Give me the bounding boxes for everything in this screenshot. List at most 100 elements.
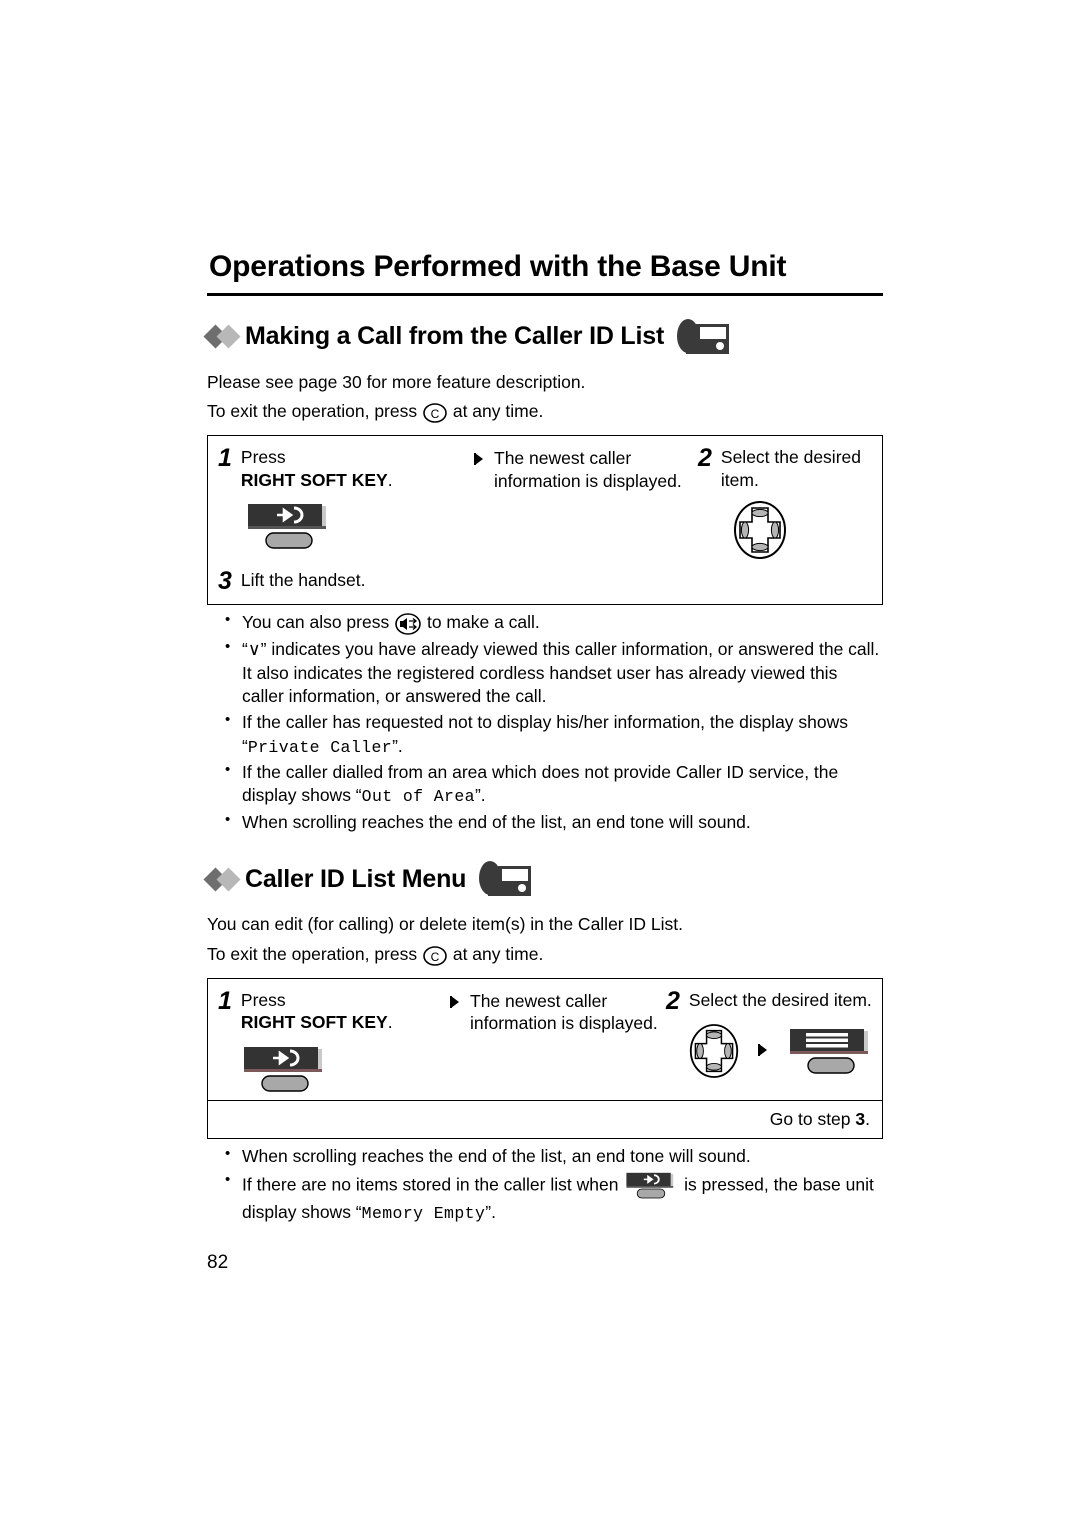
step-2-key-sequence [666, 1014, 876, 1080]
note-post: ”. [474, 785, 486, 806]
svg-text:C: C [431, 407, 440, 421]
step-1-key-name: RIGHT SOFT KEY [240, 1012, 388, 1033]
step-1-result: The newest caller information is display… [494, 446, 698, 493]
step-2-column: 2 Select the desired item. [666, 986, 876, 1080]
step-3-number: 3 [218, 567, 232, 596]
step-1-verb: Press [240, 989, 286, 1010]
manual-page: Operations Performed with the Base Unit … [0, 0, 1080, 1528]
goto-post: . [865, 1109, 870, 1130]
list-item: When scrolling reaches the end of the li… [225, 1144, 883, 1169]
note-pre: If there are no items stored in the call… [242, 1174, 624, 1195]
base-unit-icon [478, 860, 532, 898]
display-text-private-caller: Private Caller [247, 737, 393, 757]
right-soft-key-icon [218, 1034, 440, 1094]
exit-text-pre: To exit the operation, press [207, 400, 422, 421]
cancel-key-icon: C [422, 402, 448, 423]
note-post: ”. [392, 735, 403, 756]
right-soft-key-icon [623, 1172, 679, 1199]
arrow-right-icon [448, 991, 462, 1011]
display-text-out-of-area: Out of Area [361, 787, 475, 807]
step-2-text: Select the desired item. [688, 989, 872, 1010]
right-soft-key-icon [218, 491, 464, 551]
step-1: 1 Press RIGHT SOFT KEY. [218, 443, 464, 492]
step-1-key-label: RIGHT SOFT KEY. [241, 469, 393, 492]
step-1-number: 1 [218, 986, 232, 1015]
goto-pre: Go to step [769, 1109, 856, 1130]
goto-step-number: 3 [855, 1109, 866, 1130]
step-2-text: Select the desired item. [720, 446, 861, 490]
step-row-3: 3 Lift the handset. [208, 567, 882, 604]
step-2: 2 Select the desired item. [698, 443, 872, 492]
result-line-1: The newest caller [494, 447, 632, 468]
title-divider [207, 292, 883, 296]
diamond-bullets-icon [203, 867, 241, 892]
svg-text:C: C [431, 950, 440, 964]
section2-notes-list: When scrolling reaches the end of the li… [207, 1144, 883, 1225]
menu-soft-key-icon [786, 1026, 876, 1076]
step-1-result: The newest caller information is display… [470, 989, 666, 1036]
section1-intro-line2: To exit the operation, press C at any ti… [207, 399, 883, 425]
step-2: 2 Select the desired item. [666, 986, 876, 1015]
step-row-top: 1 Press RIGHT SOFT KEY. The newest calle… [208, 436, 882, 568]
cancel-key-icon: C [422, 944, 448, 966]
step-1-verb: Press [240, 446, 286, 467]
section-heading-making-a-call: Making a Call from the Caller ID List [203, 318, 883, 356]
exit-text-post: at any time. [447, 943, 544, 964]
step-2-column: 2 Select the desired item. [698, 443, 872, 562]
list-item: You can also press to make a call. [225, 610, 883, 636]
note-pre: If the caller dialled from an area which… [242, 761, 839, 806]
navigator-key-icon [698, 491, 872, 561]
list-item: If the caller dialled from an area which… [225, 760, 883, 809]
list-item: If the caller has requested not to displ… [225, 710, 883, 759]
result-line-2: information is displayed. [494, 470, 682, 491]
step-3-text: Lift the handset. [240, 570, 366, 591]
exit-text-pre: To exit the operation, press [207, 943, 422, 964]
result-line-1: The newest caller [470, 990, 608, 1011]
step-2-number: 2 [666, 986, 680, 1015]
step-1-text: Press RIGHT SOFT KEY. [241, 989, 393, 1035]
step-1-text: Press RIGHT SOFT KEY. [241, 446, 393, 492]
step-2-number: 2 [698, 443, 712, 472]
step-1-column: 1 Press RIGHT SOFT KEY. [218, 986, 440, 1095]
step-1-key-name: RIGHT SOFT KEY [240, 469, 388, 490]
flow-arrow-1 [440, 989, 470, 1012]
list-item: “∨” indicates you have already viewed th… [225, 637, 883, 709]
arrow-right-icon [756, 1042, 770, 1060]
section1-notes-list: You can also press to make a call. “∨” i… [207, 610, 883, 835]
display-text-memory-empty: Memory Empty [361, 1203, 486, 1223]
step-1-key-period: . [387, 469, 393, 490]
speakerphone-key-icon [394, 613, 422, 635]
page-content: Operations Performed with the Base Unit … [203, 250, 883, 1227]
goto-step-text: Go to step 3. [770, 1109, 870, 1130]
note-post: ”. [485, 1201, 496, 1222]
navigator-key-icon [688, 1022, 740, 1080]
list-item: If there are no items stored in the call… [225, 1170, 883, 1225]
page-title: Operations Performed with the Base Unit [209, 250, 787, 283]
note-pre: You can also press [242, 612, 395, 633]
section-title: Making a Call from the Caller ID List [245, 322, 665, 350]
section2-intro-line1: You can edit (for calling) or delete ite… [207, 914, 683, 935]
diamond-bullets-icon [203, 324, 241, 349]
step-box-making-a-call: 1 Press RIGHT SOFT KEY. The newest calle… [207, 434, 883, 606]
result-line-2: information is displayed. [470, 1013, 658, 1034]
step-1-number: 1 [218, 443, 232, 472]
section2-intro-line2: To exit the operation, press C at any ti… [207, 942, 883, 968]
note-post: to make a call. [422, 612, 540, 633]
section1-intro-line1: Please see page 30 for more feature desc… [207, 371, 586, 392]
step-row-top: 1 Press RIGHT SOFT KEY. The newest calle… [208, 979, 882, 1101]
page-number: 82 [207, 1252, 229, 1273]
exit-text-post: at any time. [447, 400, 544, 421]
arrow-right-icon [472, 448, 486, 468]
step-row-goto: Go to step 3. [208, 1100, 882, 1138]
section-heading-caller-id-list-menu: Caller ID List Menu [203, 860, 883, 898]
step-1-key-label: RIGHT SOFT KEY. [241, 1011, 393, 1034]
step-1-key-period: . [387, 1012, 393, 1033]
base-unit-icon [676, 318, 730, 356]
flow-arrow-1 [464, 446, 494, 469]
step-1: 1 Press RIGHT SOFT KEY. [218, 986, 440, 1035]
step-1-column: 1 Press RIGHT SOFT KEY. [218, 443, 464, 552]
step-box-caller-id-list-menu: 1 Press RIGHT SOFT KEY. The newest calle… [207, 977, 883, 1140]
section-title: Caller ID List Menu [245, 864, 467, 893]
diamond-light-icon [216, 867, 241, 892]
list-item: When scrolling reaches the end of the li… [225, 810, 883, 835]
